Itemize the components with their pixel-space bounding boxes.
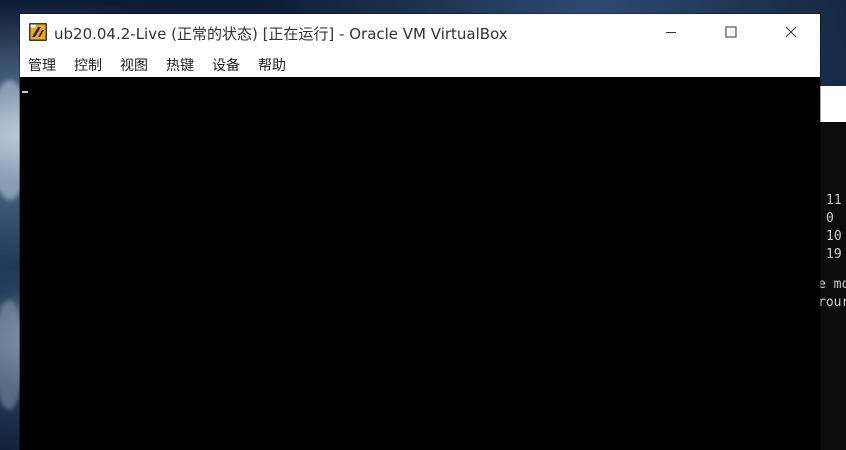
title-bar[interactable]: ub20.04.2-Live (正常的状态) [正在运行] - Oracle V… xyxy=(20,14,820,50)
virtualbox-app-icon[interactable] xyxy=(29,23,47,41)
terminal-line: 11 xyxy=(826,193,842,208)
terminal-line: 19 xyxy=(826,247,842,262)
terminal-line: rour xyxy=(818,295,846,310)
maximize-icon xyxy=(725,23,737,42)
menu-item-help[interactable]: 帮助 xyxy=(258,55,286,75)
menu-item-control[interactable]: 控制 xyxy=(74,55,102,75)
terminal-line: 10 xyxy=(826,229,842,244)
background-terminal-window[interactable]: 11 0 10 19 e mo rour xyxy=(818,86,846,450)
window-title: ub20.04.2-Live (正常的状态) [正在运行] - Oracle V… xyxy=(54,25,508,43)
menu-item-hotkeys[interactable]: 热键 xyxy=(166,55,194,75)
menu-item-view[interactable]: 视图 xyxy=(120,55,148,75)
maximize-button[interactable] xyxy=(701,14,761,50)
close-button[interactable] xyxy=(761,14,821,50)
menu-item-devices[interactable]: 设备 xyxy=(212,55,240,75)
minimize-icon xyxy=(665,23,677,42)
menu-item-manage[interactable]: 管理 xyxy=(28,55,56,75)
virtualbox-vm-window[interactable]: ub20.04.2-Live (正常的状态) [正在运行] - Oracle V… xyxy=(20,14,820,450)
vm-display[interactable] xyxy=(20,77,820,450)
minimize-button[interactable] xyxy=(641,14,701,50)
close-icon xyxy=(785,23,797,42)
terminal-line: e mo xyxy=(818,277,846,292)
terminal-line: 0 xyxy=(826,211,834,226)
background-window-header xyxy=(818,86,846,122)
menu-bar: 管理 控制 视图 热键 设备 帮助 xyxy=(20,50,820,77)
background-terminal-output: 11 0 10 19 e mo rour xyxy=(818,122,846,450)
text-cursor xyxy=(22,91,28,93)
